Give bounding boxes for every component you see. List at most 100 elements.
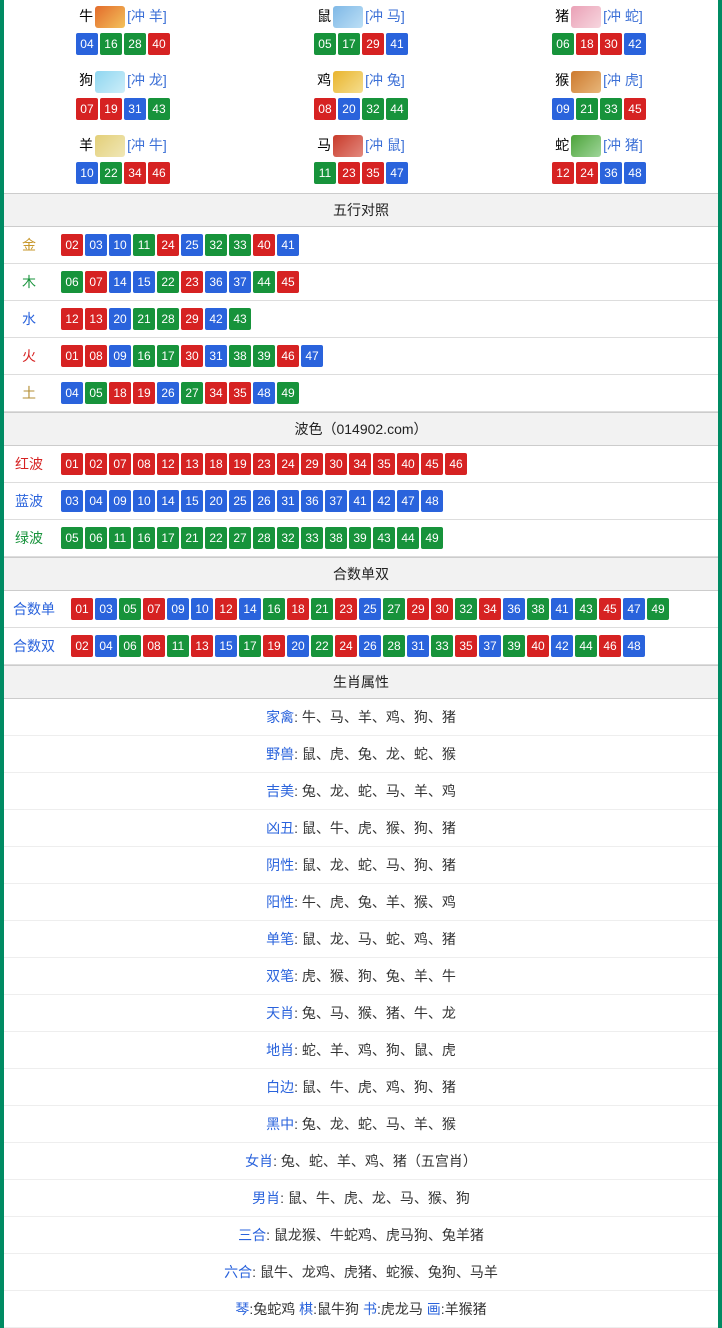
ball-38: 38 [229, 345, 251, 367]
ball-42: 42 [205, 308, 227, 330]
ball-23: 23 [181, 271, 203, 293]
ball-34: 34 [349, 453, 371, 475]
attr-value: 牛、马、羊、鸡、狗、猪 [302, 709, 456, 725]
row-balls: 0103050709101214161821232527293032343638… [64, 591, 718, 628]
ball-19: 19 [263, 635, 285, 657]
attr-value: 虎龙马 [381, 1301, 423, 1317]
attr-row-composite: 琴:兔蛇鸡 棋:鼠牛狗 书:虎龙马 画:羊猴猪 [4, 1291, 718, 1328]
ball-19: 19 [133, 382, 155, 404]
zodiac-conflict: [冲 鼠] [365, 137, 405, 153]
zodiac-name: 猪 [555, 8, 569, 24]
zodiac-conflict: [冲 猪] [603, 137, 643, 153]
ball-06: 06 [119, 635, 141, 657]
ball-39: 39 [253, 345, 275, 367]
attr-value: 鼠、龙、蛇、马、狗、猪 [302, 857, 456, 873]
ball-35: 35 [455, 635, 477, 657]
attr-row: 地肖: 蛇、羊、鸡、狗、鼠、虎 [4, 1032, 718, 1069]
ball-12: 12 [157, 453, 179, 475]
zodiac-鸡: 鸡[冲 兔]08203244 [242, 64, 480, 128]
ball-09: 09 [109, 490, 131, 512]
ball-22: 22 [311, 635, 333, 657]
ball-28: 28 [124, 33, 146, 55]
ball-47: 47 [386, 162, 408, 184]
attr-list: 家禽: 牛、马、羊、鸡、狗、猪野兽: 鼠、虎、兔、龙、蛇、猴吉美: 兔、龙、蛇、… [4, 699, 718, 1328]
attr-value: 鼠、虎、兔、龙、蛇、猴 [302, 746, 456, 762]
row-balls: 02031011242532334041 [54, 227, 718, 264]
ball-20: 20 [338, 98, 360, 120]
ball-37: 37 [325, 490, 347, 512]
ball-49: 49 [647, 598, 669, 620]
ball-09: 09 [552, 98, 574, 120]
ball-29: 29 [181, 308, 203, 330]
zodiac-icon [571, 6, 601, 28]
ball-30: 30 [181, 345, 203, 367]
ball-26: 26 [253, 490, 275, 512]
attr-row: 白边: 鼠、牛、虎、鸡、狗、猪 [4, 1069, 718, 1106]
ball-24: 24 [576, 162, 598, 184]
ball-15: 15 [215, 635, 237, 657]
ball-15: 15 [133, 271, 155, 293]
ball-04: 04 [61, 382, 83, 404]
ball-40: 40 [253, 234, 275, 256]
ball-39: 39 [503, 635, 525, 657]
ball-11: 11 [167, 635, 189, 657]
ball-28: 28 [383, 635, 405, 657]
ball-05: 05 [61, 527, 83, 549]
bose-table: 红波0102070812131819232429303435404546蓝波03… [4, 446, 718, 557]
ball-22: 22 [205, 527, 227, 549]
ball-02: 02 [71, 635, 93, 657]
ball-24: 24 [277, 453, 299, 475]
ball-28: 28 [253, 527, 275, 549]
attr-row: 女肖: 兔、蛇、羊、鸡、猪（五宫肖） [4, 1143, 718, 1180]
row-label: 木 [4, 263, 54, 300]
ball-43: 43 [148, 98, 170, 120]
attr-value: 兔、龙、蛇、马、羊、猴 [302, 1116, 456, 1132]
zodiac-conflict: [冲 龙] [127, 72, 167, 88]
ball-21: 21 [576, 98, 598, 120]
row-balls: 0108091617303138394647 [54, 337, 718, 374]
ball-41: 41 [349, 490, 371, 512]
row-balls: 03040910141520252631363741424748 [54, 482, 718, 519]
attr-row: 阳性: 牛、虎、兔、羊、猴、鸡 [4, 884, 718, 921]
ball-01: 01 [61, 345, 83, 367]
ball-21: 21 [133, 308, 155, 330]
ball-09: 09 [167, 598, 189, 620]
attr-row: 天肖: 兔、马、猴、猪、牛、龙 [4, 995, 718, 1032]
ball-03: 03 [61, 490, 83, 512]
attr-key: 棋 [299, 1301, 313, 1317]
ball-41: 41 [386, 33, 408, 55]
ball-22: 22 [157, 271, 179, 293]
attr-row: 家禽: 牛、马、羊、鸡、狗、猪 [4, 699, 718, 736]
zodiac-conflict: [冲 虎] [603, 72, 643, 88]
ball-41: 41 [551, 598, 573, 620]
attr-key: 地肖 [266, 1042, 294, 1058]
ball-23: 23 [253, 453, 275, 475]
ball-48: 48 [623, 635, 645, 657]
ball-38: 38 [325, 527, 347, 549]
ball-08: 08 [314, 98, 336, 120]
attr-row: 双笔: 虎、猴、狗、兔、羊、牛 [4, 958, 718, 995]
zodiac-马: 马[冲 鼠]11233547 [242, 129, 480, 193]
row-balls: 05061116172122272832333839434449 [54, 519, 718, 556]
ball-25: 25 [359, 598, 381, 620]
ball-09: 09 [109, 345, 131, 367]
attr-key: 画 [427, 1301, 441, 1317]
ball-05: 05 [85, 382, 107, 404]
ball-46: 46 [445, 453, 467, 475]
attr-key: 书 [363, 1301, 377, 1317]
ball-47: 47 [301, 345, 323, 367]
row-label: 红波 [4, 446, 54, 483]
ball-17: 17 [338, 33, 360, 55]
ball-30: 30 [600, 33, 622, 55]
ball-18: 18 [109, 382, 131, 404]
row-label: 土 [4, 374, 54, 411]
attr-value: 兔蛇鸡 [253, 1301, 295, 1317]
ball-35: 35 [229, 382, 251, 404]
ball-05: 05 [314, 33, 336, 55]
ball-21: 21 [181, 527, 203, 549]
ball-30: 30 [431, 598, 453, 620]
ball-31: 31 [124, 98, 146, 120]
ball-46: 46 [148, 162, 170, 184]
zodiac-icon [571, 135, 601, 157]
attr-key: 男肖 [252, 1190, 280, 1206]
